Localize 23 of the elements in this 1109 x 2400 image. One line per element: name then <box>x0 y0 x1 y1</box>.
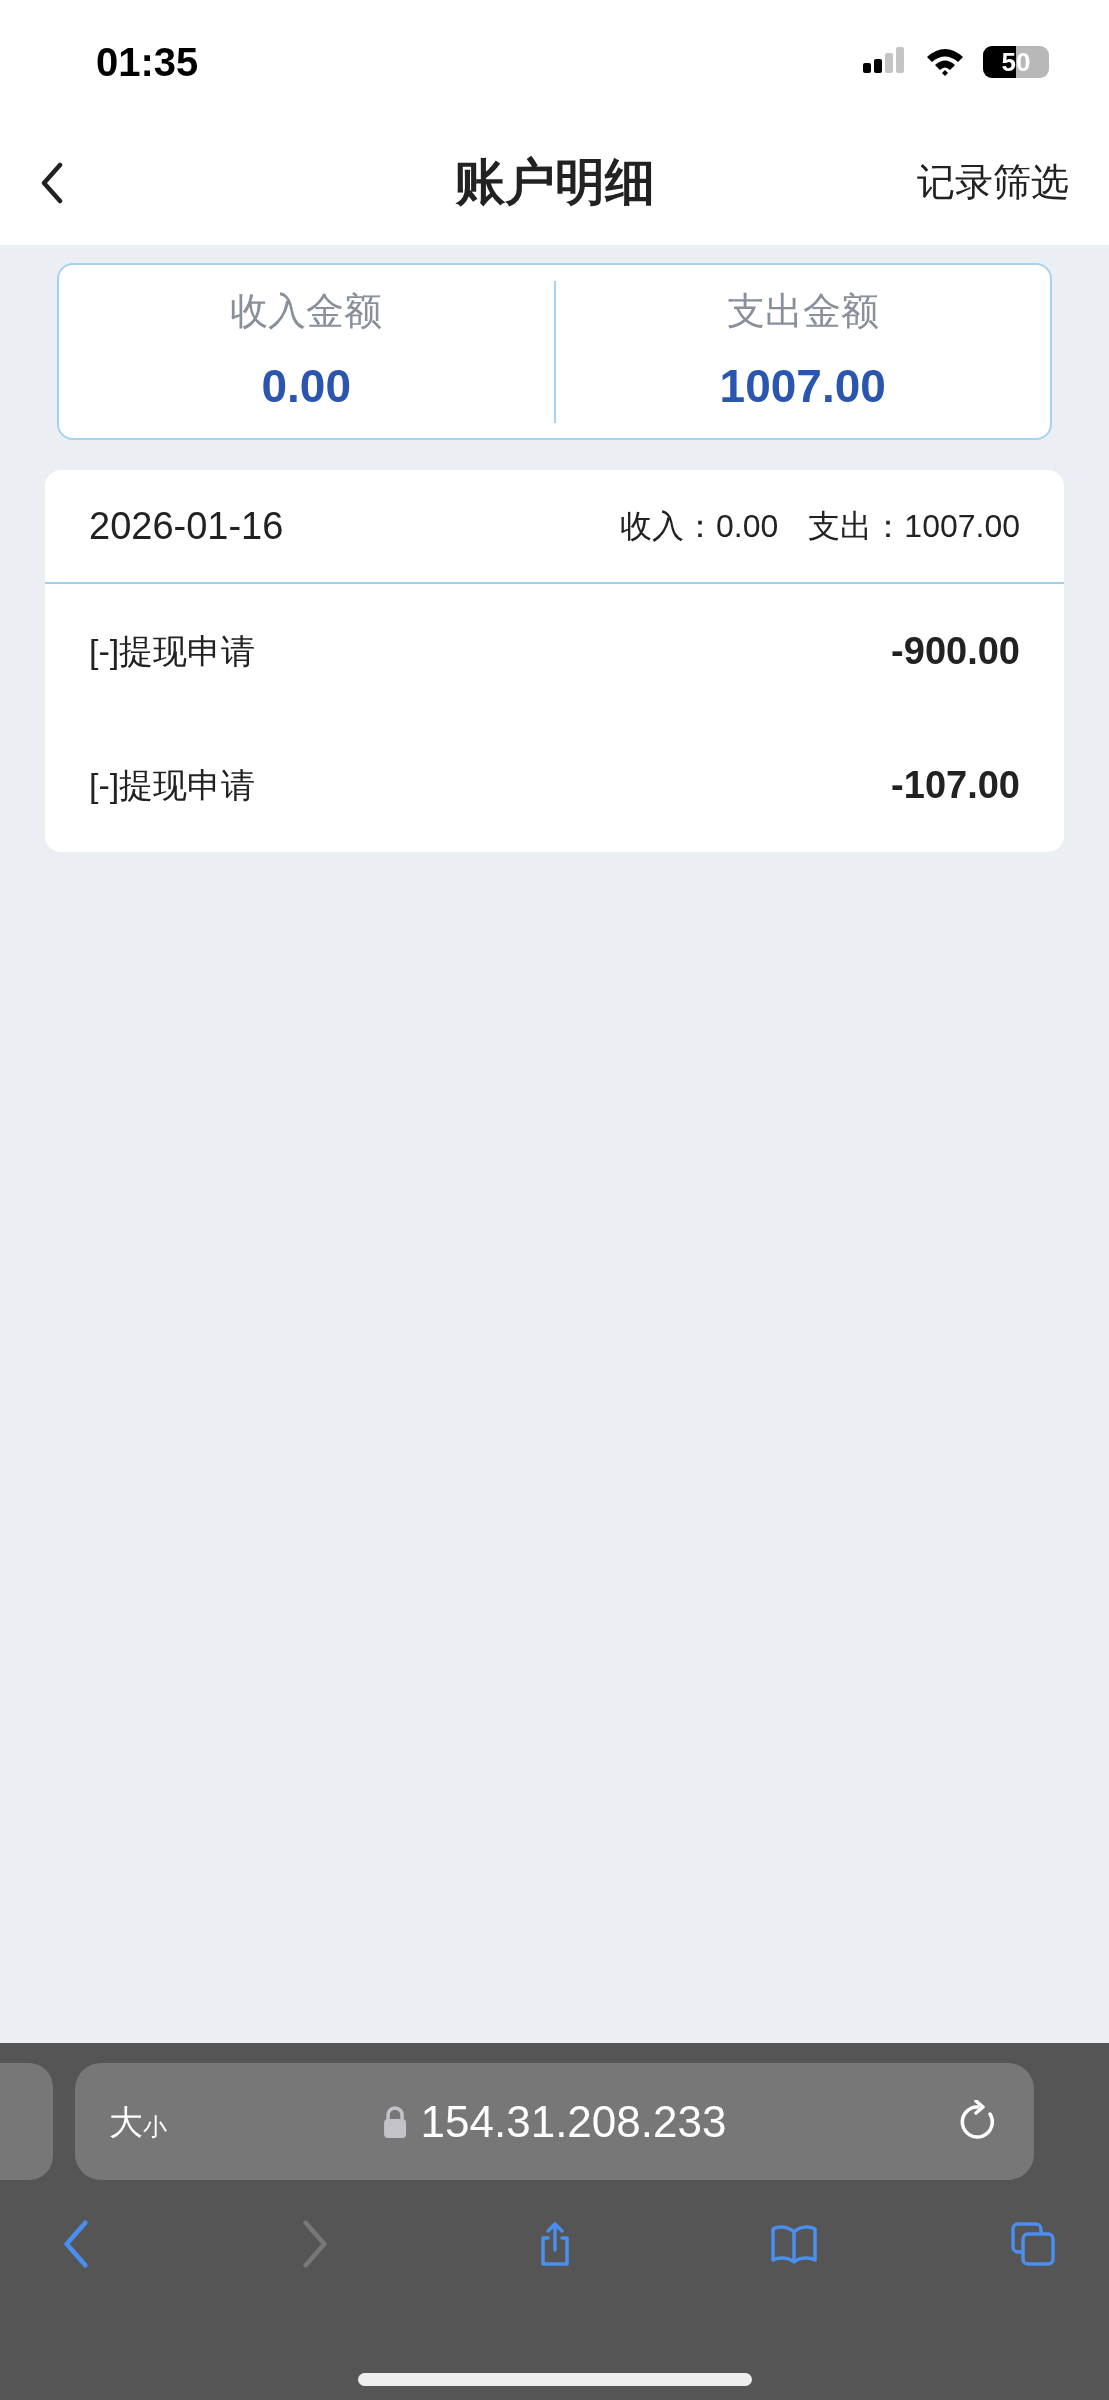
status-time: 01:35 <box>96 39 199 86</box>
date-label: 2026-01-16 <box>89 503 284 549</box>
income-total: 收入：0.00 <box>620 507 779 546</box>
tab-preview[interactable] <box>0 2063 53 2180</box>
summary-label: 支出金额 <box>726 288 879 334</box>
wifi-icon <box>925 47 965 77</box>
filter-button[interactable]: 记录筛选 <box>917 154 1069 211</box>
transaction-amount: -900.00 <box>891 628 1020 674</box>
address-bar[interactable]: 大小 154.31.208.233 <box>75 2063 1034 2180</box>
expense-total: 支出：1007.00 <box>808 507 1020 546</box>
battery-indicator: 50 <box>983 46 1049 78</box>
page-title: 账户明细 <box>454 153 655 212</box>
summary-amount: 0.00 <box>261 358 351 414</box>
transaction-label: [-]提现申请 <box>89 764 256 806</box>
transaction-amount: -107.00 <box>891 762 1020 808</box>
summary-amount: 1007.00 <box>719 358 886 414</box>
summary-label: 收入金额 <box>230 288 383 334</box>
text-size-button[interactable]: 大小 <box>109 2104 167 2139</box>
url-text: 154.31.208.233 <box>420 2095 727 2148</box>
chevron-left-icon <box>40 161 64 204</box>
transaction-label: [-]提现申请 <box>89 630 256 672</box>
tabs-icon <box>1009 2220 1057 2268</box>
lock-icon <box>382 2105 407 2138</box>
